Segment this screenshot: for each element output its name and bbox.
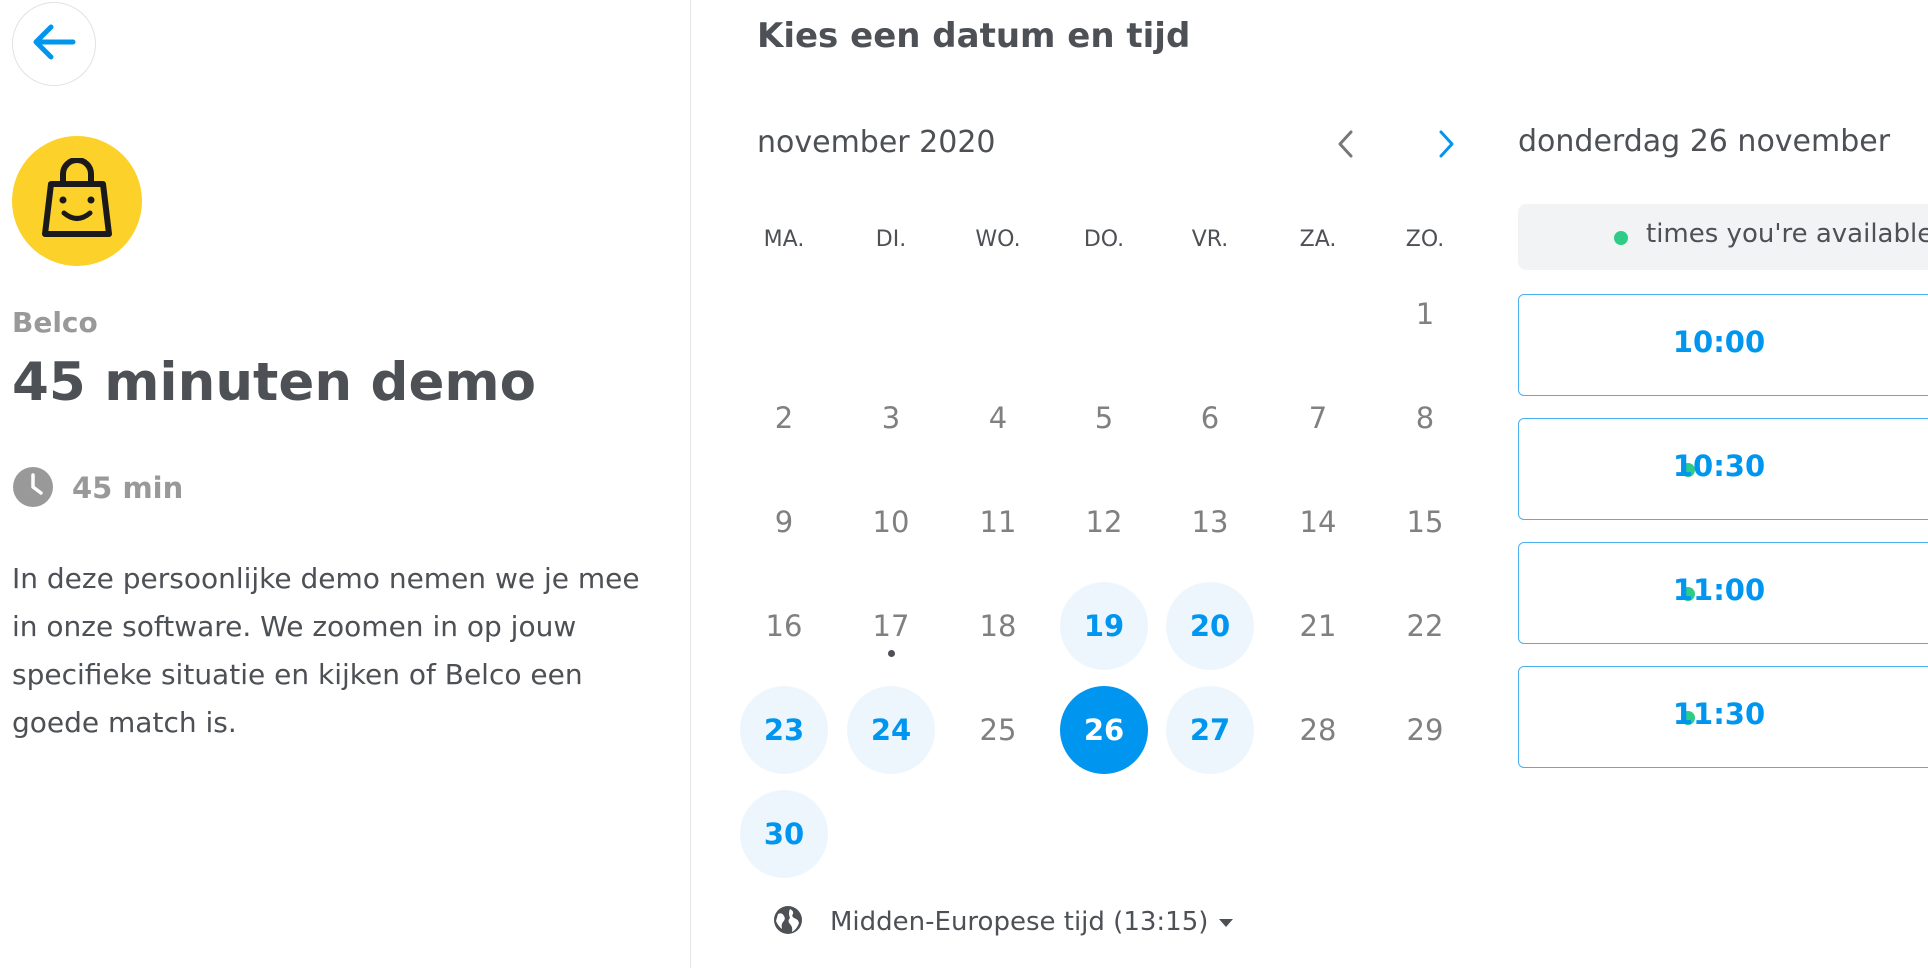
event-description: In deze persoonlijke demo nemen we je me… bbox=[12, 562, 640, 739]
previous-month-button[interactable] bbox=[1318, 118, 1374, 174]
chevron-right-icon bbox=[1436, 129, 1456, 163]
weekday-label: VR. bbox=[1191, 227, 1229, 252]
calendar-day-selected[interactable]: 26 bbox=[1060, 686, 1148, 774]
company-logo bbox=[12, 136, 142, 266]
calendar-day: 28 bbox=[1299, 713, 1337, 747]
weekday-label: DO. bbox=[1083, 227, 1125, 252]
selected-date-heading: donderdag 26 november bbox=[1518, 124, 1891, 159]
back-button[interactable] bbox=[12, 2, 96, 86]
legend-label: times you're available bbox=[1646, 219, 1928, 249]
shopping-bag-smile-icon bbox=[37, 157, 117, 244]
calendar-day: 6 bbox=[1200, 401, 1220, 435]
time-slot-button[interactable]: 10:30 bbox=[1518, 418, 1928, 520]
calendar-day: 14 bbox=[1299, 505, 1337, 539]
calendar-day-available[interactable]: 19 bbox=[1060, 582, 1148, 670]
calendar-day-available[interactable]: 24 bbox=[847, 686, 935, 774]
calendar-day: 4 bbox=[988, 401, 1008, 435]
available-dot-icon bbox=[1614, 231, 1628, 245]
page-title: Kies een datum en tijd bbox=[757, 16, 1191, 56]
calendar-day: 29 bbox=[1406, 713, 1444, 747]
chevron-left-icon bbox=[1336, 129, 1356, 163]
weekday-label: ZO. bbox=[1405, 227, 1445, 252]
weekday-label: MA. bbox=[763, 227, 805, 252]
caret-down-icon bbox=[1218, 913, 1234, 932]
today-indicator-dot bbox=[888, 650, 895, 657]
calendar-day-available[interactable]: 27 bbox=[1166, 686, 1254, 774]
time-slot-button[interactable]: 11:30 bbox=[1518, 666, 1928, 768]
next-month-button[interactable] bbox=[1418, 118, 1474, 174]
calendar-day-available[interactable]: 23 bbox=[740, 686, 828, 774]
clock-icon bbox=[12, 466, 54, 512]
calendar-day: 18 bbox=[979, 609, 1017, 643]
weekday-label: ZA. bbox=[1299, 227, 1337, 252]
month-label: november 2020 bbox=[757, 125, 996, 160]
calendar-day: 10 bbox=[872, 505, 910, 539]
calendar-day: 16 bbox=[765, 609, 803, 643]
calendar-day: 3 bbox=[881, 401, 901, 435]
event-duration: 45 min bbox=[72, 471, 184, 505]
time-slot-label: 10:00 bbox=[1672, 325, 1766, 359]
time-slot-button[interactable]: 11:00 bbox=[1518, 542, 1928, 644]
calendar-day-available[interactable]: 30 bbox=[740, 790, 828, 878]
calendar-day: 2 bbox=[774, 401, 794, 435]
availability-legend: times you're available bbox=[1518, 204, 1928, 270]
calendar-day: 8 bbox=[1415, 401, 1435, 435]
weekday-label: DI. bbox=[875, 227, 907, 252]
panel-divider bbox=[690, 0, 691, 968]
time-slot-button[interactable]: 10:00 bbox=[1518, 294, 1928, 396]
globe-icon bbox=[772, 904, 804, 940]
timezone-label: Midden-Europese tijd (13:15) bbox=[830, 907, 1209, 937]
calendar-day: 11 bbox=[979, 505, 1017, 539]
calendar-day-available[interactable]: 20 bbox=[1166, 582, 1254, 670]
calendar-day: 5 bbox=[1094, 401, 1114, 435]
calendar-day: 22 bbox=[1406, 609, 1444, 643]
calendar-day: 15 bbox=[1406, 505, 1444, 539]
calendar-day: 13 bbox=[1191, 505, 1229, 539]
time-slot-label: 11:30 bbox=[1672, 697, 1766, 731]
company-name: Belco bbox=[12, 306, 98, 339]
calendar-day: 12 bbox=[1085, 505, 1123, 539]
time-slot-label: 11:00 bbox=[1672, 573, 1766, 607]
calendar-day: 1 bbox=[1415, 297, 1435, 331]
timezone-selector[interactable]: Midden-Europese tijd (13:15) bbox=[772, 904, 1234, 940]
event-title: 45 minuten demo bbox=[12, 352, 537, 413]
arrow-left-icon bbox=[31, 22, 77, 66]
calendar-day: 7 bbox=[1308, 401, 1328, 435]
calendar-day: 9 bbox=[774, 505, 794, 539]
calendar-day: 21 bbox=[1299, 609, 1337, 643]
weekday-label: WO. bbox=[975, 227, 1021, 252]
time-slot-label: 10:30 bbox=[1672, 449, 1766, 483]
calendar-day: 25 bbox=[979, 713, 1017, 747]
